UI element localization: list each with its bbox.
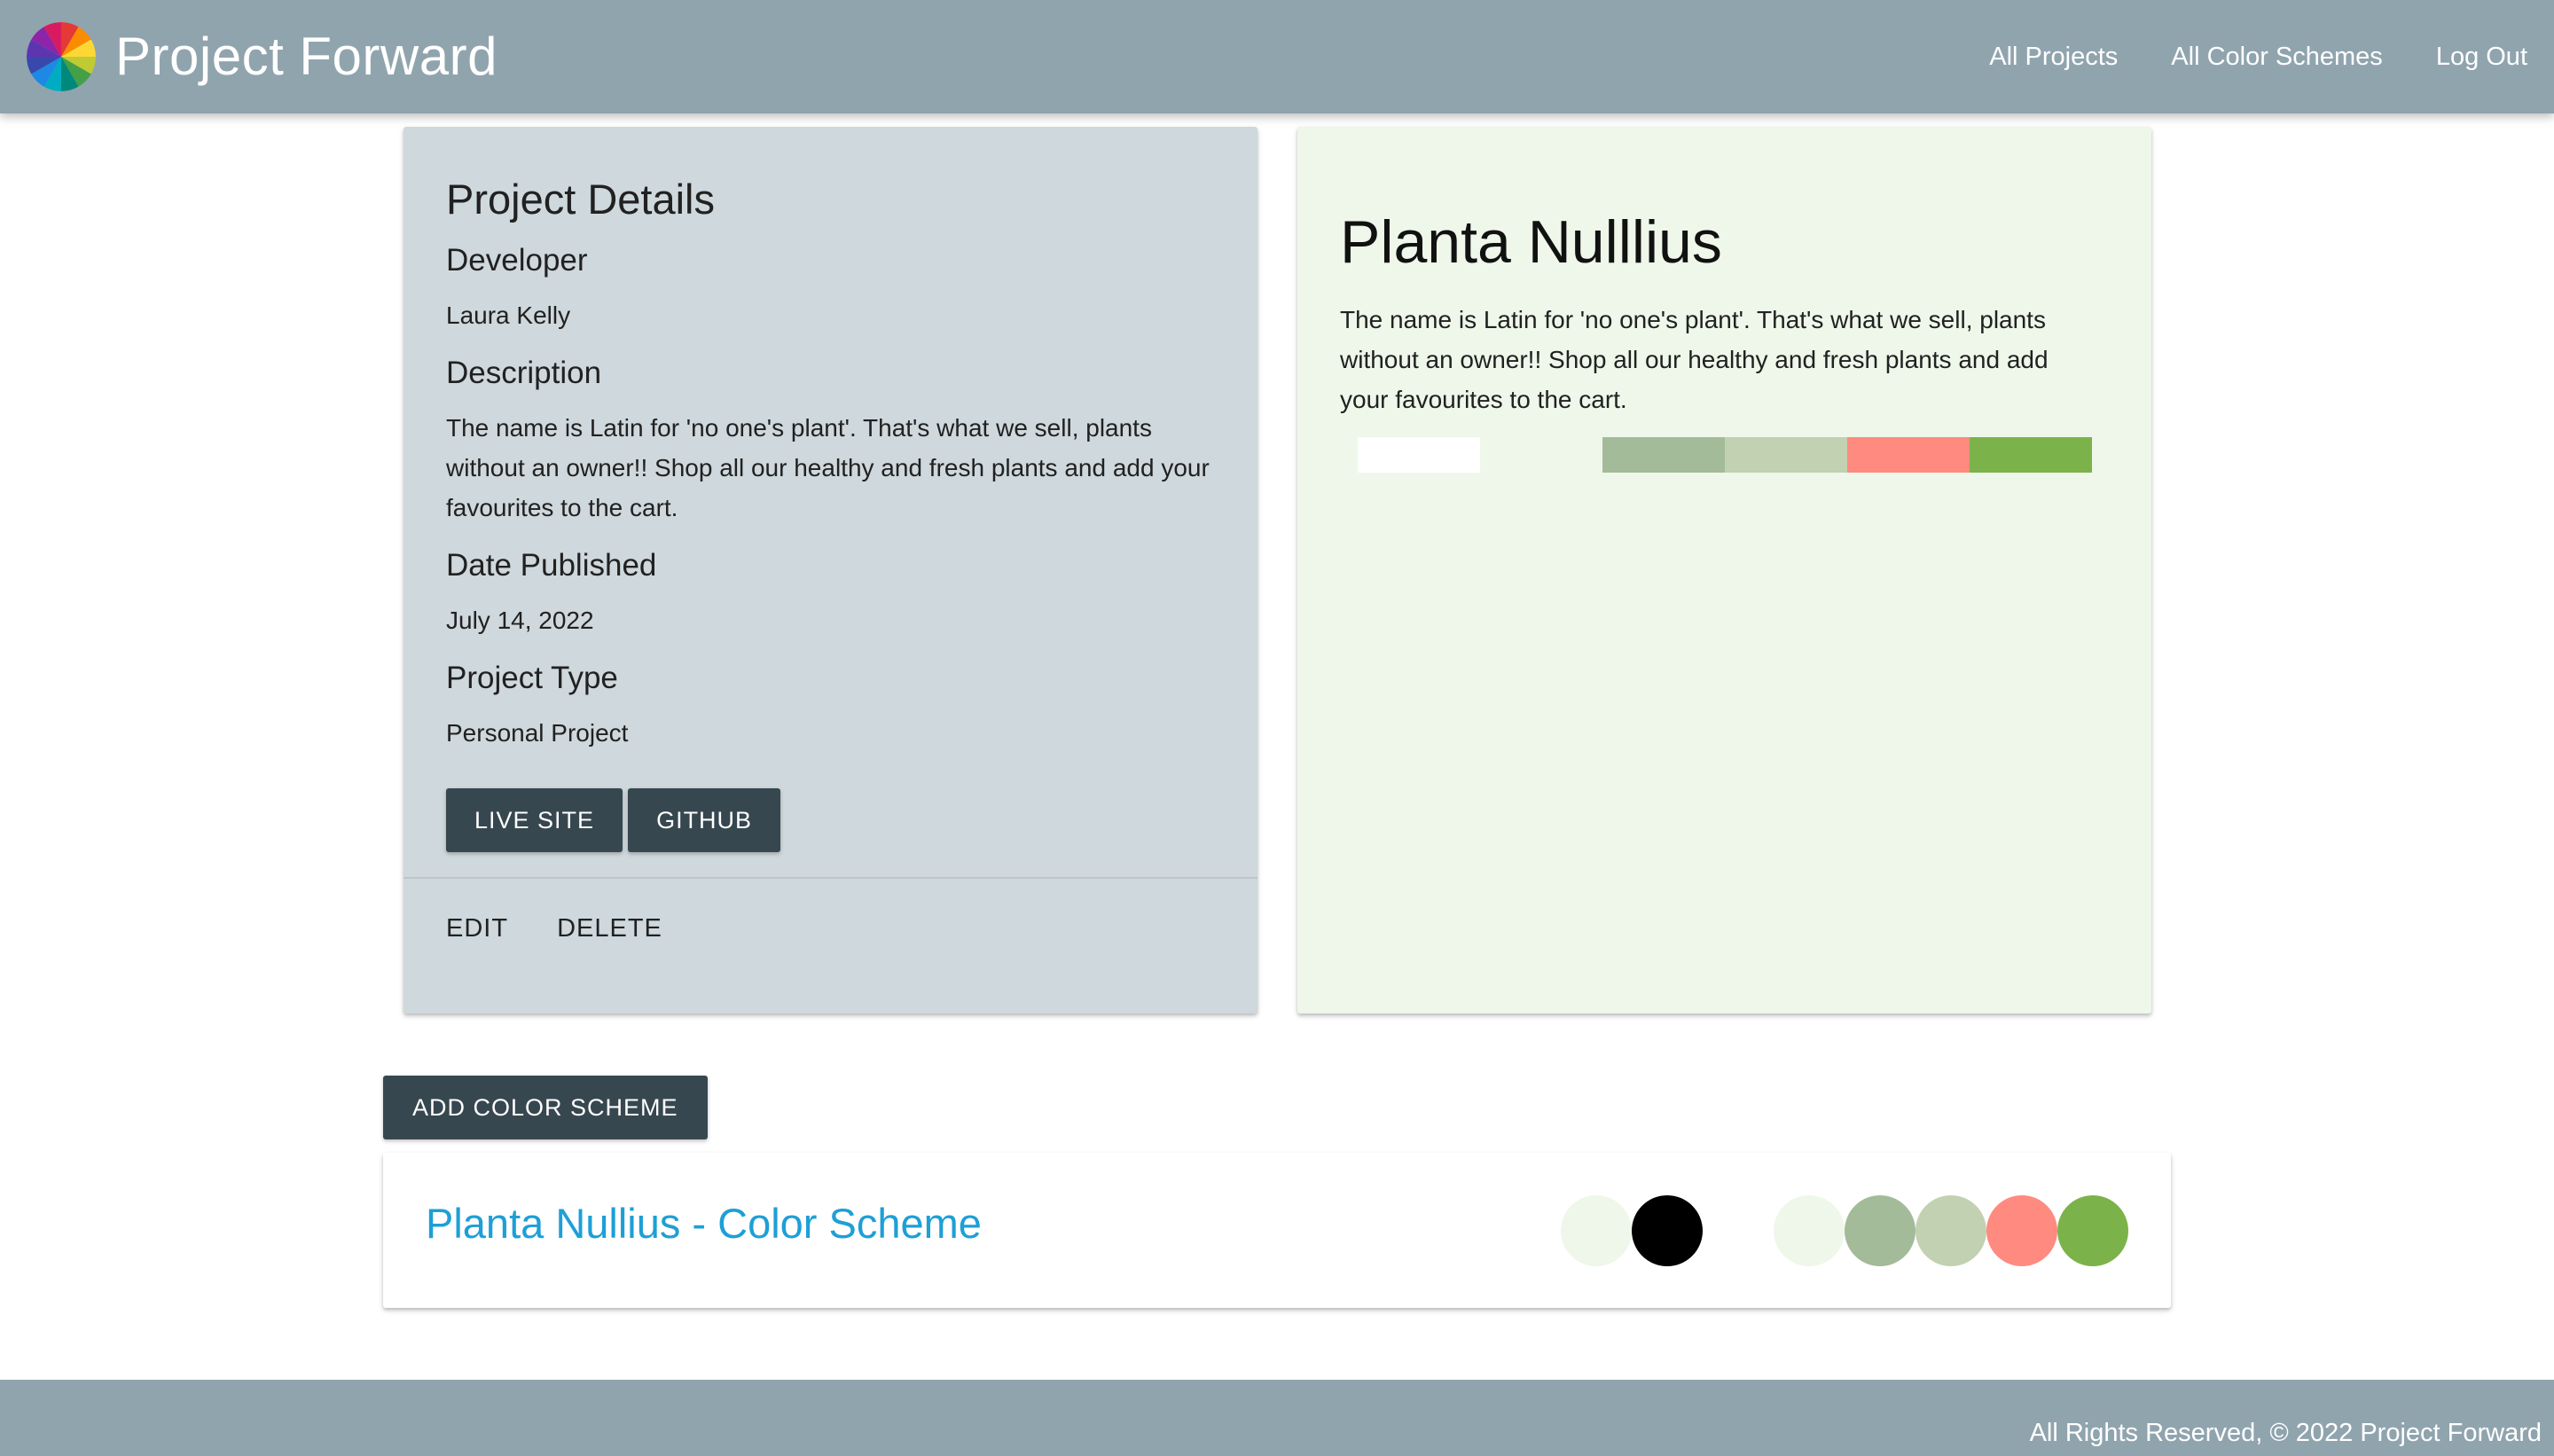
edit-link[interactable]: EDIT xyxy=(446,914,508,978)
color-swatch-circle-1 xyxy=(1561,1195,1632,1266)
developer-value: Laura Kelly xyxy=(446,301,571,329)
color-wheel-logo-icon[interactable] xyxy=(27,22,96,91)
color-swatch-circle-6 xyxy=(1916,1195,1986,1266)
strip-swatch-3 xyxy=(1602,437,1725,473)
nav-log-out[interactable]: Log Out xyxy=(2436,43,2527,72)
project-details-content: Project Details Developer Laura Kelly De… xyxy=(446,173,1215,852)
preview-description: The name is Latin for 'no one's plant'. … xyxy=(1340,306,2049,413)
page-footer: All Rights Reserved, © 2022 Project Forw… xyxy=(0,1380,2554,1456)
color-swatch-circle-3 xyxy=(1703,1195,1774,1266)
developer-label: Developer xyxy=(446,243,588,278)
nav-all-color-schemes[interactable]: All Color Schemes xyxy=(2171,43,2383,72)
github-button[interactable]: GITHUB xyxy=(628,788,781,852)
color-swatch-circle-2 xyxy=(1632,1195,1703,1266)
color-swatch-circle-4 xyxy=(1774,1195,1845,1266)
card-actions: EDIT DELETE xyxy=(403,877,1257,1014)
color-swatch-circle-5 xyxy=(1845,1195,1916,1266)
nav-all-projects[interactable]: All Projects xyxy=(1989,43,2118,72)
color-strip xyxy=(1358,437,2092,473)
nav-links: All Projects All Color Schemes Log Out xyxy=(1989,0,2527,114)
color-scheme-card: Planta Nullius - Color Scheme xyxy=(383,1153,2171,1308)
date-published-value: July 14, 2022 xyxy=(446,607,594,634)
project-details-card: Project Details Developer Laura Kelly De… xyxy=(403,127,1257,1014)
description-value: The name is Latin for 'no one's plant'. … xyxy=(446,414,1210,521)
footer-copyright: All Rights Reserved, © 2022 Project Forw… xyxy=(2029,1419,2542,1447)
live-site-button[interactable]: LIVE SITE xyxy=(446,788,623,852)
project-preview-card: Planta Nulllius The name is Latin for 'n… xyxy=(1297,127,2151,1014)
color-scheme-link[interactable]: Planta Nullius - Color Scheme xyxy=(426,1197,982,1250)
project-type-label: Project Type xyxy=(446,661,618,695)
strip-swatch-5 xyxy=(1847,437,1970,473)
color-swatch-circle-7 xyxy=(1986,1195,2057,1266)
date-published-label: Date Published xyxy=(446,548,657,583)
brand-title[interactable]: Project Forward xyxy=(115,23,497,90)
description-label: Description xyxy=(446,356,602,390)
strip-swatch-1 xyxy=(1358,437,1480,473)
delete-link[interactable]: DELETE xyxy=(557,914,662,978)
strip-swatch-4 xyxy=(1725,437,1847,473)
add-color-scheme-button[interactable]: ADD COLOR SCHEME xyxy=(383,1076,708,1139)
color-swatch-circle-8 xyxy=(2057,1195,2128,1266)
top-navbar: Project Forward All Projects All Color S… xyxy=(0,0,2554,114)
preview-title: Planta Nulllius xyxy=(1340,208,1722,276)
strip-swatch-2 xyxy=(1480,437,1602,473)
strip-swatch-6 xyxy=(1970,437,2092,473)
project-type-value: Personal Project xyxy=(446,719,629,747)
color-scheme-swatches xyxy=(1561,1195,2128,1266)
link-buttons: LIVE SITE GITHUB xyxy=(446,788,1215,852)
card-title: Project Details xyxy=(446,176,715,223)
